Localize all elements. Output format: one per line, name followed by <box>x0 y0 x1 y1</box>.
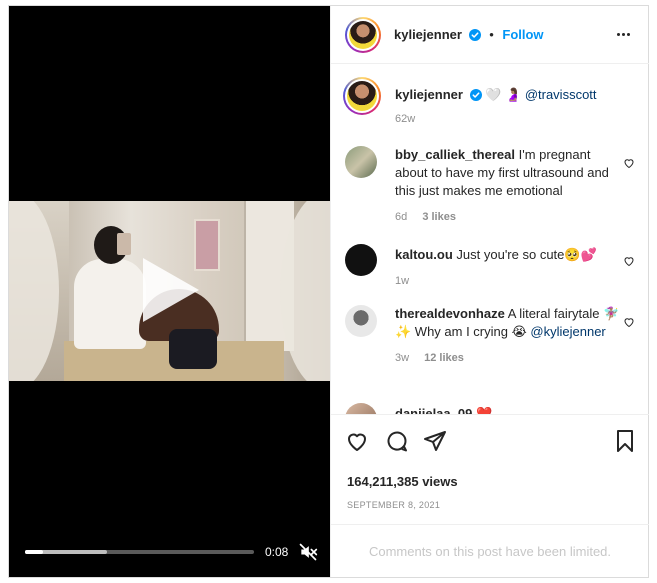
comment-age: 3w <box>395 352 410 364</box>
verified-icon <box>469 89 482 101</box>
avatar[interactable] <box>345 244 377 276</box>
heart-icon[interactable] <box>623 255 635 267</box>
play-icon[interactable] <box>143 258 199 322</box>
avatar[interactable] <box>345 146 377 178</box>
heart-icon[interactable] <box>623 316 635 328</box>
video-controls: 0:08 <box>9 527 330 577</box>
post-side-panel: kyliejenner • Follow kyliejenner 🤍 🤰🏽 @t… <box>330 6 649 577</box>
share-icon[interactable] <box>423 429 447 453</box>
comment-text: ❤️ <box>475 406 493 414</box>
post-header: kyliejenner • Follow <box>331 6 649 64</box>
caption-username[interactable]: kyliejenner <box>395 87 463 102</box>
comment-username[interactable]: bby_calliek_thereal <box>395 147 515 162</box>
heart-icon[interactable] <box>623 157 635 169</box>
comment-mention[interactable]: @kyliejenner <box>530 324 605 339</box>
header-username[interactable]: kyliejenner <box>394 27 462 42</box>
caption-age: 62w <box>395 113 416 125</box>
comments-limited-notice: Comments on this post have been limited. <box>331 524 649 577</box>
avatar[interactable] <box>343 77 381 115</box>
progress-bar[interactable] <box>25 550 254 554</box>
comment-age: 1w <box>395 275 410 287</box>
view-count[interactable]: 164,211,385 views <box>347 474 458 489</box>
avatar[interactable] <box>345 305 377 337</box>
post-date: SEPTEMBER 8, 2021 <box>347 500 441 510</box>
avatar[interactable] <box>345 403 377 414</box>
comment-username[interactable]: kaltou.ou <box>395 247 453 262</box>
comment-username[interactable]: danijelaa_09 <box>395 406 472 414</box>
comments-list[interactable]: kyliejenner 🤍 🤰🏽 @travisscott 62w bby_ca… <box>331 65 649 414</box>
follow-button[interactable]: Follow <box>502 27 543 42</box>
mute-icon[interactable] <box>298 542 318 562</box>
progress-played <box>25 550 43 554</box>
comment-likes[interactable]: 12 likes <box>424 352 464 364</box>
comment-icon[interactable] <box>385 429 409 453</box>
avatar[interactable] <box>345 17 381 53</box>
verified-icon <box>468 29 481 41</box>
heart-icon[interactable] <box>345 429 369 453</box>
comment-username[interactable]: therealdevonhaze <box>395 306 505 321</box>
comment-text: Just you're so cute🥺💕 <box>456 247 597 262</box>
video-player[interactable]: 0:08 <box>9 6 330 577</box>
bookmark-icon[interactable] <box>613 429 637 453</box>
post-modal: 0:08 kyliejenner • Follow kyliejenner 🤍 … <box>8 5 649 578</box>
more-icon[interactable] <box>617 26 635 42</box>
separator-dot: • <box>489 27 494 42</box>
comment-age: 6d <box>395 211 408 223</box>
comment-likes[interactable]: 3 likes <box>422 211 456 223</box>
video-time: 0:08 <box>265 545 289 559</box>
post-actions: 164,211,385 views SEPTEMBER 8, 2021 <box>331 414 649 524</box>
caption-mention[interactable]: @travisscott <box>525 87 597 102</box>
caption-emoji: 🤍 🤰🏽 <box>485 87 522 102</box>
